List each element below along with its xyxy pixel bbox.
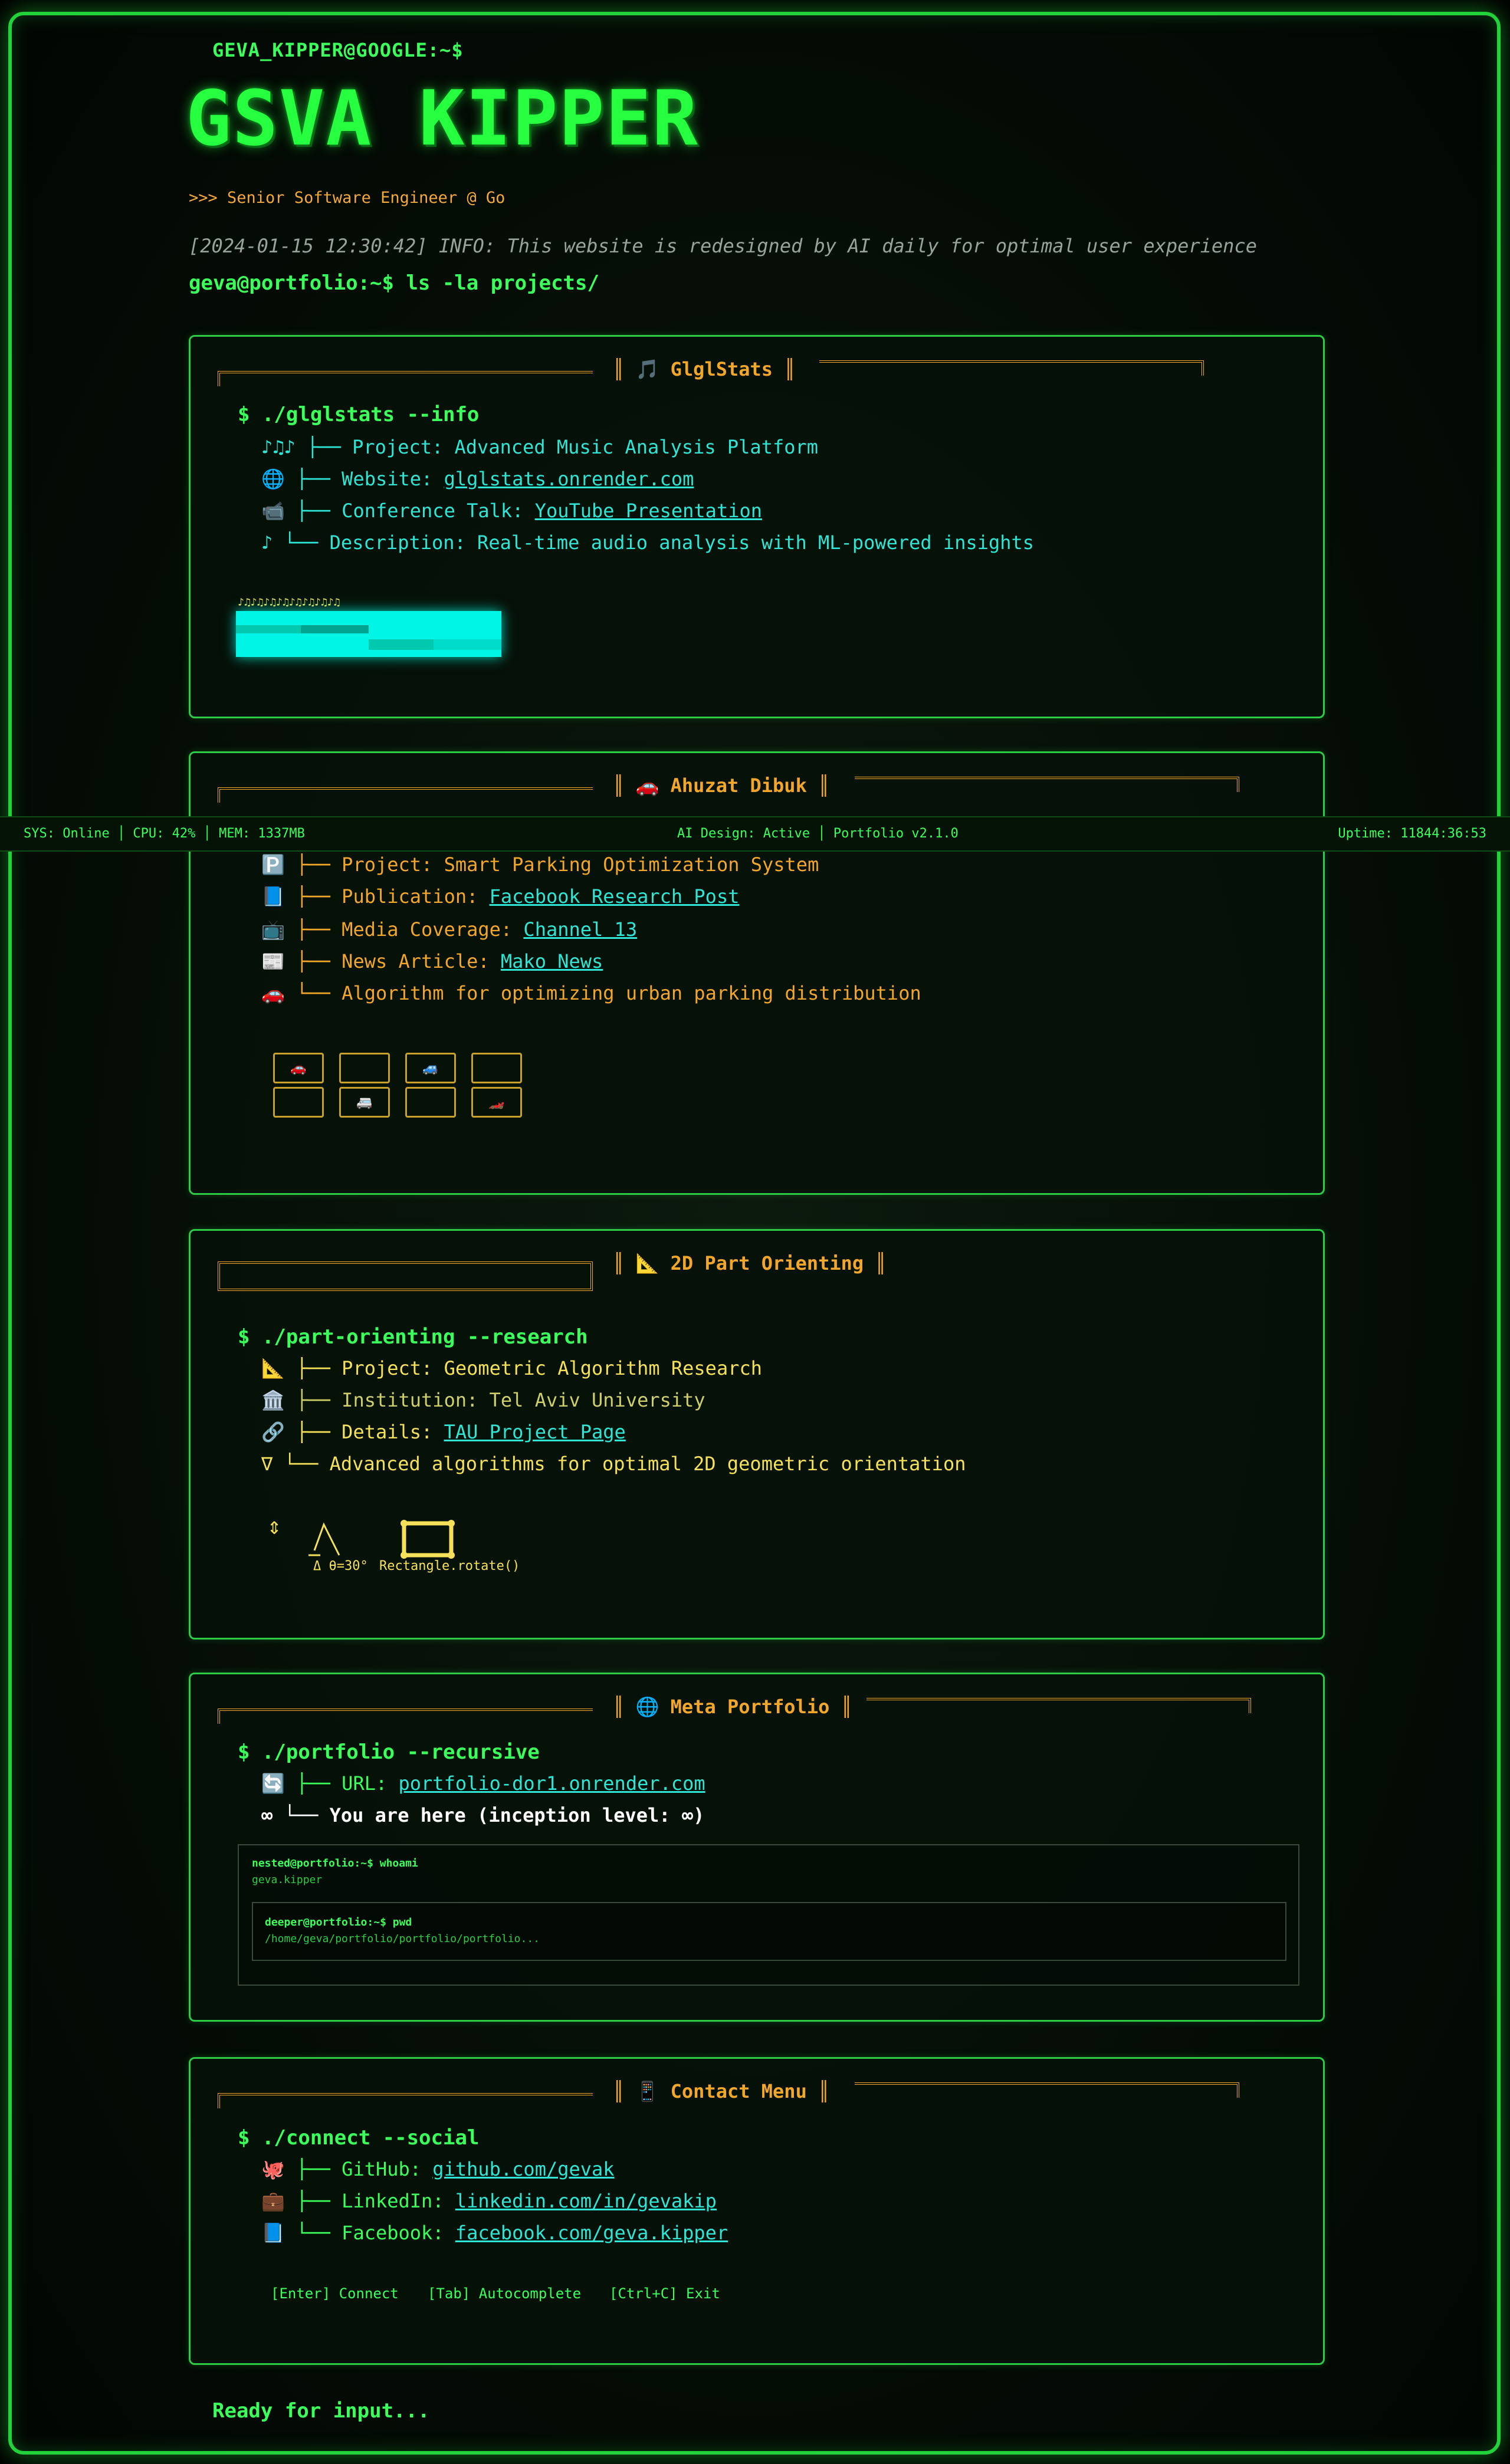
subtitle: >>> Senior Software Engineer @ Go	[189, 189, 505, 207]
mako-link[interactable]: Mako News	[501, 950, 603, 973]
tau-project-link[interactable]: TAU Project Page	[444, 1421, 626, 1443]
description-line: ♪ └── Description: Real-time audio analy…	[261, 531, 1035, 554]
rectangle-shape	[402, 1521, 454, 1558]
github-link[interactable]: github.com/gevak	[432, 2158, 614, 2180]
key-ctrlc-hint: [Ctrl+C] Exit	[609, 2285, 720, 2302]
inception-line: ∞ └── You are here (inception level: ∞)	[261, 1804, 705, 1826]
parking-spot	[273, 1087, 324, 1118]
linkedin-line: 💼 ├── LinkedIn: linkedin.com/in/gevakip	[261, 2190, 717, 2212]
card-command: $ ./connect --social	[238, 2126, 480, 2150]
nested-terminal: nested@portfolio:~$ whoami geva.kipper d…	[238, 1844, 1299, 1986]
ls-command: geva@portfolio:~$ ls -la projects/	[189, 271, 599, 295]
institution-line: 🏛️ ├── Institution: Tel Aviv University	[261, 1389, 705, 1411]
title-bar-left	[218, 371, 593, 386]
title-bar-right	[855, 2082, 1239, 2098]
project-line: 🅿️ ├── Project: Smart Parking Optimizati…	[261, 853, 819, 876]
title-bar-left	[218, 1709, 593, 1724]
parking-spot	[339, 1053, 390, 1083]
github-line: 🐙 ├── GitHub: github.com/gevak	[261, 2158, 615, 2180]
ready-prompt: Ready for input...	[212, 2399, 430, 2423]
card-command: $ ./glglstats --info	[238, 403, 480, 426]
triangle-shape	[313, 1522, 340, 1556]
contact-card: ║ 📱 Contact Menu ║ $ ./connect --social …	[189, 2057, 1325, 2365]
title-bar-right	[855, 777, 1239, 792]
card-command: $ ./portfolio --recursive	[238, 1740, 540, 1764]
details-line: 🔗 ├── Details: TAU Project Page	[261, 1421, 626, 1443]
project-line: 📐 ├── Project: Geometric Algorithm Resea…	[261, 1357, 762, 1379]
log-line: [2024-01-15 12:30:42] INFO: This website…	[189, 235, 1257, 257]
media-line: 📺 ├── Media Coverage: Channel 13	[261, 918, 638, 941]
algorithm-line: 🚗 └── Algorithm for optimizing urban par…	[261, 982, 921, 1004]
publication-line: 📘 ├── Publication: Facebook Research Pos…	[261, 885, 740, 908]
parking-spot	[471, 1053, 522, 1083]
url-line: 🔄 ├── URL: portfolio-dor1.onrender.com	[261, 1772, 705, 1795]
music-notes: ♪♫♪♫♪♫♪♫♪♫♪♫♪♫♪♫	[238, 596, 340, 609]
parking-spot: 🚗	[273, 1053, 324, 1083]
rotate-arrows-icon: ⇕	[267, 1513, 282, 1540]
parking-spot: 🚐	[339, 1087, 390, 1118]
title-bar-left	[218, 2093, 593, 2108]
card-title: ║ 📐 2D Part Orienting ║	[613, 1252, 887, 1274]
facebook-link[interactable]: facebook.com/geva.kipper	[455, 2222, 728, 2244]
project-card-meta: ║ 🌐 Meta Portfolio ║ $ ./portfolio --rec…	[189, 1673, 1325, 2022]
design-status: AI Design: Active │ Portfolio v2.1.0	[677, 826, 958, 841]
title-bar-right	[819, 360, 1204, 376]
title-bar-left	[218, 787, 593, 803]
talk-line: 📹 ├── Conference Talk: YouTube Presentat…	[261, 500, 762, 522]
audio-visualizer	[236, 611, 501, 657]
title-bar-right	[866, 1698, 1251, 1713]
youtube-link[interactable]: YouTube Presentation	[535, 500, 762, 522]
nested-command: nested@portfolio:~$ whoami	[252, 1857, 418, 1870]
deeper-output: /home/geva/portfolio/portfolio/portfolio…	[265, 1933, 540, 1945]
card-title: ║ 📱 Contact Menu ║	[613, 2080, 830, 2102]
key-tab-hint: [Tab] Autocomplete	[428, 2285, 582, 2302]
card-title: ║ 🌐 Meta Portfolio ║	[613, 1696, 852, 1718]
status-bar: SYS: Online │ CPU: 42% │ MEM: 1337MB AI …	[0, 816, 1510, 852]
website-line: 🌐 ├── Website: glglstats.onrender.com	[261, 468, 694, 490]
uptime: Uptime: 11844:36:53	[1338, 826, 1486, 841]
card-command: $ ./part-orienting --research	[238, 1325, 588, 1349]
project-card-glglstats: ║ 🎵 GlglStats ║ $ ./glglstats --info ♪♫♪…	[189, 335, 1325, 718]
key-enter-hint: [Enter] Connect	[271, 2285, 399, 2302]
title-box	[218, 1261, 593, 1291]
channel13-link[interactable]: Channel 13	[523, 918, 637, 941]
nested-output: geva.kipper	[252, 1874, 323, 1886]
user-host-prompt: GEVA_KIPPER@GOOGLE:~$	[212, 39, 464, 61]
project-card-part-orienting: ║ 📐 2D Part Orienting ║ $ ./part-orienti…	[189, 1229, 1325, 1640]
deeper-command: deeper@portfolio:~$ pwd	[265, 1916, 412, 1929]
advanced-line: ∇ └── Advanced algorithms for optimal 2D…	[261, 1453, 966, 1475]
triangle-label: Δ θ=30°	[313, 1559, 368, 1573]
linkedin-link[interactable]: linkedin.com/in/gevakip	[455, 2190, 717, 2212]
system-status: SYS: Online │ CPU: 42% │ MEM: 1337MB	[24, 826, 305, 841]
card-title: ║ 🚗 Ahuzat Dibuk ║	[613, 774, 830, 797]
parking-spot	[405, 1087, 456, 1118]
rectangle-label: Rectangle.rotate()	[379, 1559, 520, 1573]
website-link[interactable]: glglstats.onrender.com	[444, 468, 694, 490]
news-line: 📰 ├── News Article: Mako News	[261, 950, 603, 973]
portfolio-link[interactable]: portfolio-dor1.onrender.com	[399, 1772, 705, 1795]
parking-spot: 🏎️	[471, 1087, 522, 1118]
parking-spot: 🚙	[405, 1053, 456, 1083]
deeper-terminal: deeper@portfolio:~$ pwd /home/geva/portf…	[252, 1902, 1286, 1961]
card-title: ║ 🎵 GlglStats ║	[613, 358, 796, 380]
project-line: ♪♫♪ ├── Project: Advanced Music Analysis…	[261, 436, 819, 458]
facebook-research-link[interactable]: Facebook Research Post	[490, 885, 740, 908]
page-title: GSVA KIPPER	[186, 75, 699, 163]
facebook-line: 📘 └── Facebook: facebook.com/geva.kipper	[261, 2222, 728, 2244]
